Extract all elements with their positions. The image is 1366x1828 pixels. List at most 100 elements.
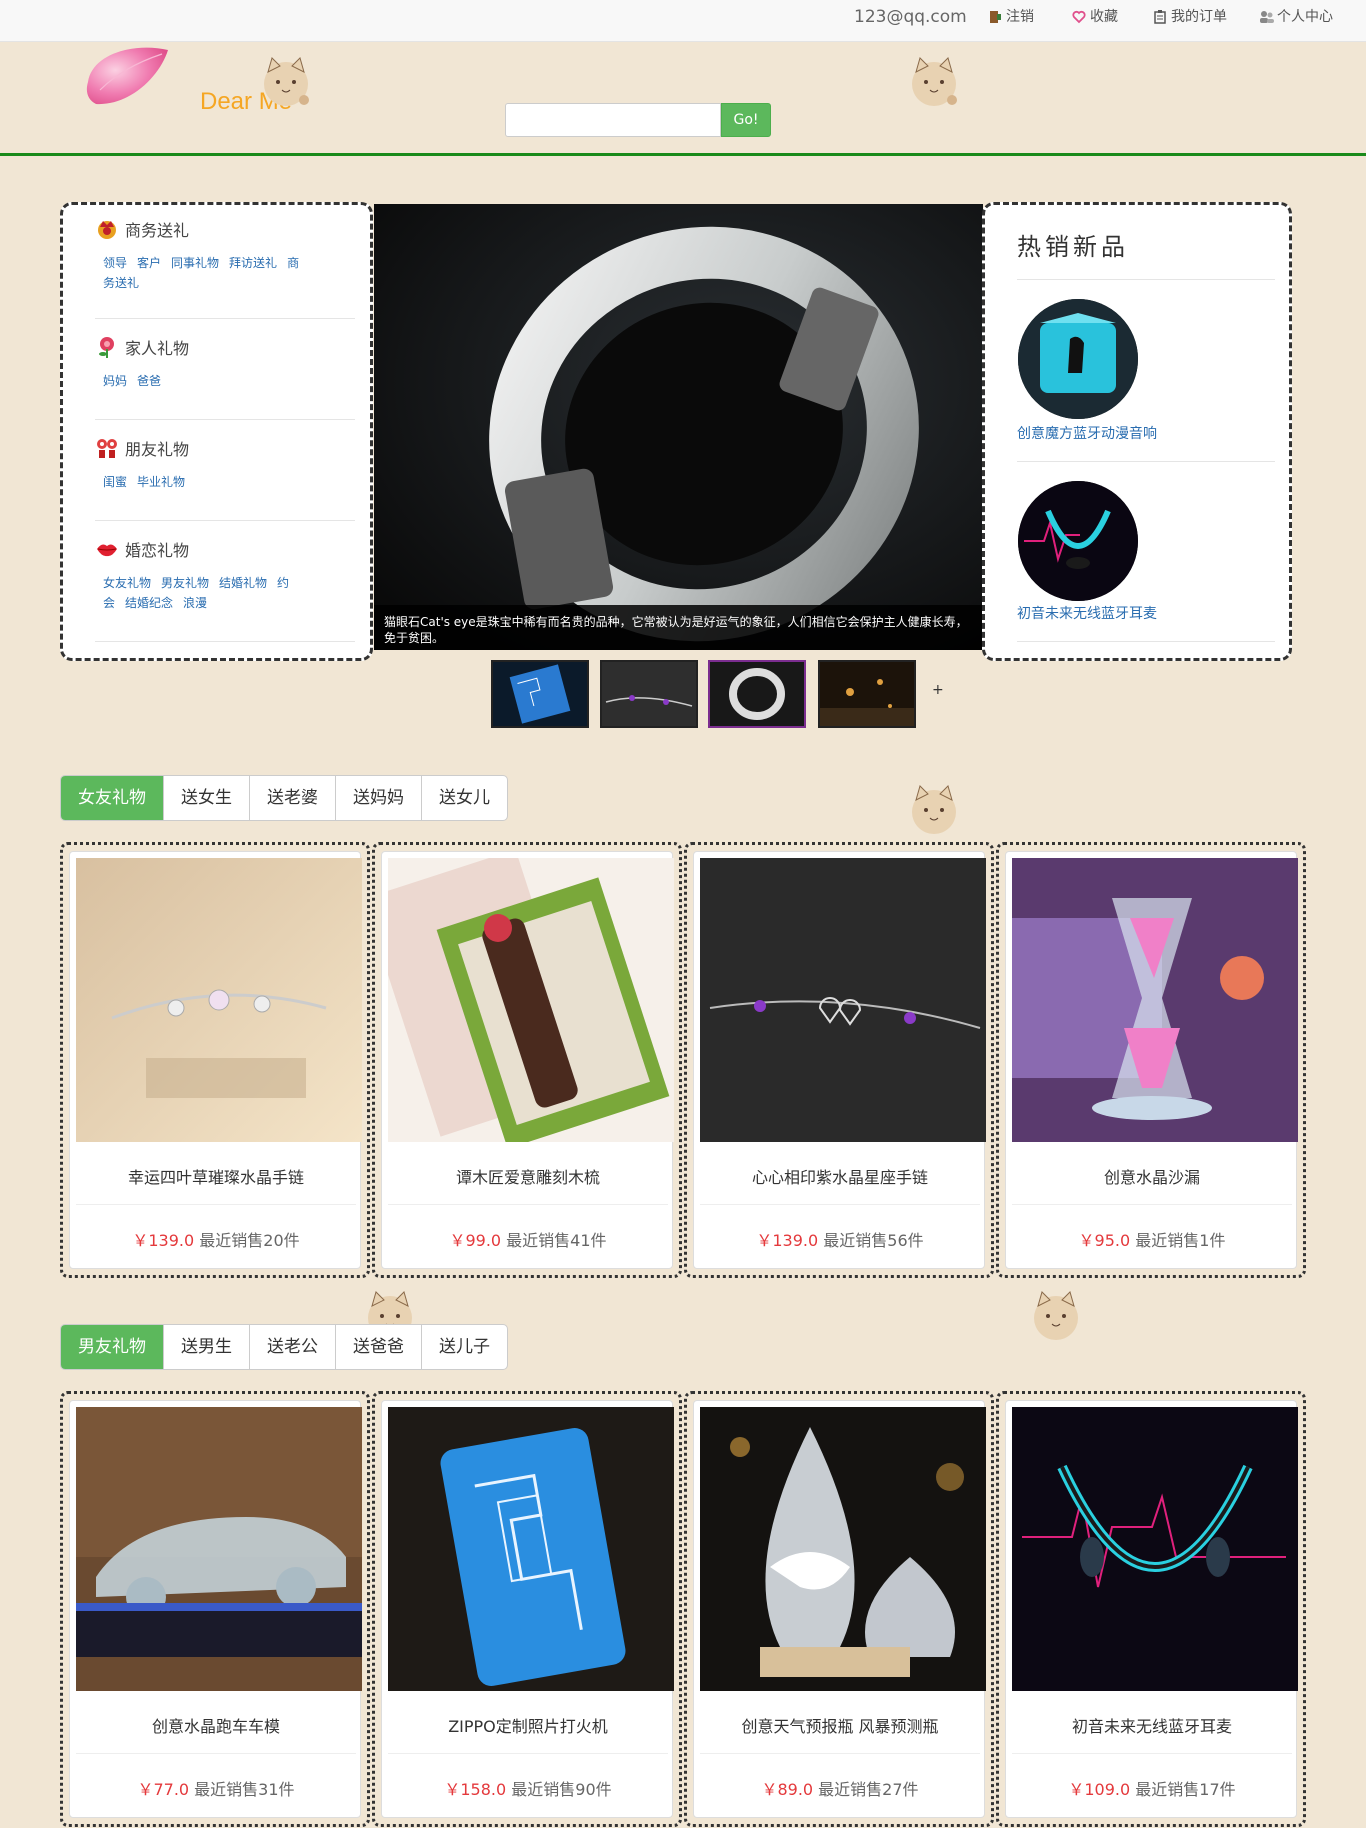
carousel-slide[interactable]: 猫眼石Cat's eye是珠宝中稀有而名贵的品种，它常被认为是好运气的象征，人们… bbox=[374, 204, 983, 650]
divider bbox=[1012, 1204, 1292, 1205]
top-bar: 123@qq.com 注销 收藏 我的订单 个人中心 bbox=[0, 0, 1366, 42]
favorites-link[interactable]: 收藏 bbox=[1072, 0, 1118, 34]
flower-icon bbox=[95, 335, 119, 359]
product-name[interactable]: 创意水晶沙漏 bbox=[1006, 1164, 1298, 1188]
divider bbox=[388, 1204, 668, 1205]
tab-for-dad[interactable]: 送爸爸 bbox=[336, 1325, 422, 1369]
tab-for-wife[interactable]: 送老婆 bbox=[250, 776, 336, 820]
product-sales: 最近销售20件 bbox=[194, 1231, 300, 1250]
my-orders-link[interactable]: 我的订单 bbox=[1153, 0, 1227, 34]
product-price-row: ￥139.0 最近销售56件 bbox=[694, 1227, 986, 1251]
product-name[interactable]: 谭木匠爱意雕刻木梳 bbox=[382, 1164, 674, 1188]
hot-product-image[interactable] bbox=[1018, 481, 1138, 601]
product-price: ￥77.0 bbox=[137, 1780, 190, 1799]
category-group-family: 家人礼物 妈妈 爸爸 bbox=[95, 333, 355, 420]
category-link[interactable]: 妈妈 bbox=[103, 374, 127, 388]
product-image[interactable] bbox=[388, 1407, 674, 1691]
category-panel: 商务送礼 领导 客户 同事礼物 拜访送礼 商务送礼 家人礼物 妈妈 爸爸 朋友礼物 闺蜜毕… bbox=[60, 202, 373, 661]
tab-for-son[interactable]: 送儿子 bbox=[422, 1325, 507, 1369]
user-email[interactable]: 123@qq.com bbox=[854, 0, 967, 34]
product-sales: 最近销售31件 bbox=[189, 1780, 295, 1799]
product-image[interactable] bbox=[76, 858, 362, 1142]
category-link[interactable]: 拜访送礼 bbox=[229, 256, 277, 270]
tab-for-boys[interactable]: 送男生 bbox=[164, 1325, 250, 1369]
divider bbox=[76, 1204, 356, 1205]
search-button[interactable]: Go! bbox=[721, 103, 771, 137]
logout-label: 注销 bbox=[1006, 9, 1034, 25]
hot-product-name[interactable]: 初音未来无线蓝牙耳麦 bbox=[1017, 603, 1157, 623]
product-name[interactable]: ZIPPO定制照片打火机 bbox=[382, 1713, 674, 1737]
category-title-label: 家人礼物 bbox=[125, 339, 190, 358]
category-link[interactable]: 闺蜜 bbox=[103, 475, 127, 489]
petal-logo[interactable] bbox=[82, 42, 174, 108]
category-link[interactable]: 同事礼物 bbox=[171, 256, 219, 270]
product-name[interactable]: 心心相印紫水晶星座手链 bbox=[694, 1164, 986, 1188]
card-body: 谭木匠爱意雕刻木梳 ￥99.0 最近销售41件 bbox=[381, 851, 674, 1269]
category-link[interactable]: 结婚礼物 bbox=[219, 576, 267, 590]
product-sales: 最近销售1件 bbox=[1130, 1231, 1226, 1250]
product-image[interactable] bbox=[700, 858, 986, 1142]
carousel-thumb-2[interactable] bbox=[600, 660, 698, 728]
divider bbox=[388, 1753, 668, 1754]
category-title[interactable]: 朋友礼物 bbox=[95, 434, 355, 462]
product-name[interactable]: 创意天气预报瓶 风暴预测瓶 bbox=[694, 1713, 986, 1737]
carousel-thumb-4[interactable] bbox=[818, 660, 916, 728]
category-link[interactable]: 女友礼物 bbox=[103, 576, 151, 590]
hot-product-image[interactable] bbox=[1018, 299, 1138, 419]
tab-boyfriend-gifts[interactable]: 男友礼物 bbox=[61, 1325, 164, 1369]
cat-decoration-icon bbox=[904, 50, 964, 110]
product-price: ￥139.0 bbox=[756, 1231, 819, 1250]
divider bbox=[1017, 641, 1275, 642]
favorites-label: 收藏 bbox=[1090, 9, 1118, 25]
category-title[interactable]: 家人礼物 bbox=[95, 333, 355, 361]
hot-products-title: 热销新品 bbox=[1017, 233, 1129, 261]
tab-for-girls[interactable]: 送女生 bbox=[164, 776, 250, 820]
carousel-thumb-1[interactable] bbox=[491, 660, 589, 728]
tab-girlfriend-gifts[interactable]: 女友礼物 bbox=[61, 776, 164, 820]
product-card: 创意天气预报瓶 风暴预测瓶 ￥89.0 最近销售27件 bbox=[684, 1391, 994, 1827]
product-image[interactable] bbox=[1012, 1407, 1298, 1691]
category-links: 女友礼物 男友礼物 结婚礼物 约会 结婚纪念 浪漫 bbox=[103, 573, 303, 613]
product-price: ￥99.0 bbox=[449, 1231, 502, 1250]
category-link[interactable]: 爸爸 bbox=[137, 374, 161, 388]
category-link[interactable]: 结婚纪念 bbox=[125, 596, 173, 610]
tab-for-daughter[interactable]: 送女儿 bbox=[422, 776, 507, 820]
product-price-row: ￥77.0 最近销售31件 bbox=[70, 1776, 362, 1800]
product-price: ￥109.0 bbox=[1068, 1780, 1131, 1799]
card-body: 心心相印紫水晶星座手链 ￥139.0 最近销售56件 bbox=[693, 851, 986, 1269]
category-link[interactable]: 浪漫 bbox=[183, 596, 207, 610]
category-title[interactable]: 商务送礼 bbox=[95, 215, 355, 243]
product-price: ￥139.0 bbox=[132, 1231, 195, 1250]
divider bbox=[1017, 279, 1275, 280]
heart-icon bbox=[1072, 10, 1086, 24]
product-image[interactable] bbox=[76, 1407, 362, 1691]
product-image[interactable] bbox=[1012, 858, 1298, 1142]
hot-product-name[interactable]: 创意魔方蓝牙动漫音响 bbox=[1017, 423, 1157, 443]
hot-products-panel: 热销新品 创意魔方蓝牙动漫音响 初音未来无线蓝牙耳麦 bbox=[982, 202, 1292, 661]
category-title[interactable]: 婚恋礼物 bbox=[95, 535, 355, 563]
divider bbox=[700, 1753, 980, 1754]
product-sales: 最近销售56件 bbox=[818, 1231, 924, 1250]
carousel-thumb-3[interactable] bbox=[708, 660, 806, 728]
product-name[interactable]: 创意水晶跑车车模 bbox=[70, 1713, 362, 1737]
category-group-friends: 朋友礼物 闺蜜 毕业礼物 bbox=[95, 434, 355, 521]
product-card: 谭木匠爱意雕刻木梳 ￥99.0 最近销售41件 bbox=[372, 842, 682, 1278]
product-image[interactable] bbox=[388, 858, 674, 1142]
profile-link[interactable]: 个人中心 bbox=[1259, 0, 1333, 34]
category-link[interactable]: 客户 bbox=[137, 256, 161, 270]
category-links: 妈妈 爸爸 bbox=[103, 371, 303, 391]
category-link[interactable]: 毕业礼物 bbox=[137, 475, 185, 489]
search-input[interactable] bbox=[505, 103, 721, 137]
product-name[interactable]: 初音未来无线蓝牙耳麦 bbox=[1006, 1713, 1298, 1737]
product-card: 幸运四叶草璀璨水晶手链 ￥139.0 最近销售20件 bbox=[60, 842, 370, 1278]
product-card: ZIPPO定制照片打火机 ￥158.0 最近销售90件 bbox=[372, 1391, 682, 1827]
tab-for-mom[interactable]: 送妈妈 bbox=[336, 776, 422, 820]
logout-icon bbox=[988, 10, 1002, 24]
carousel-more-button[interactable]: + bbox=[932, 682, 944, 698]
category-link[interactable]: 领导 bbox=[103, 256, 127, 270]
product-name[interactable]: 幸运四叶草璀璨水晶手链 bbox=[70, 1164, 362, 1188]
logout-link[interactable]: 注销 bbox=[988, 0, 1034, 34]
product-image[interactable] bbox=[700, 1407, 986, 1691]
category-link[interactable]: 男友礼物 bbox=[161, 576, 209, 590]
tab-for-husband[interactable]: 送老公 bbox=[250, 1325, 336, 1369]
